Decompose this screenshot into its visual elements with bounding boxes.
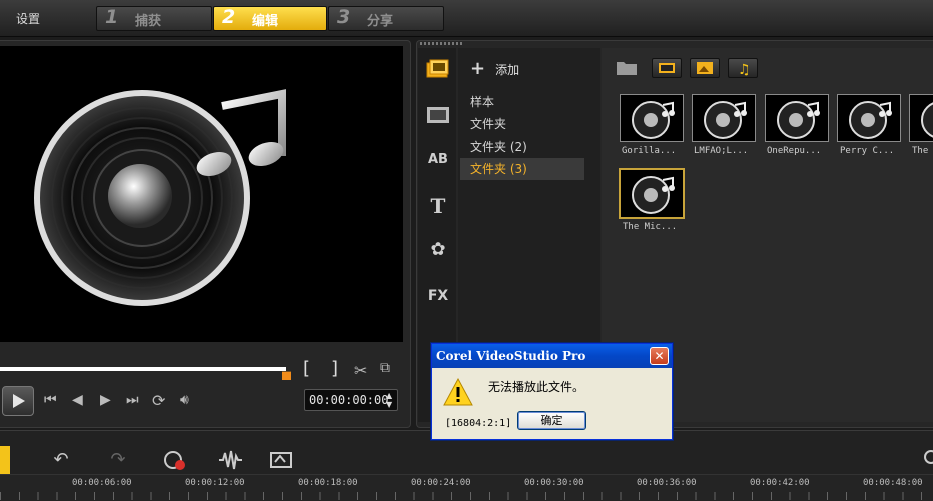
music-disc-icon [34,89,286,306]
panel-grip[interactable] [420,42,462,45]
step-number: 2 [222,6,236,28]
scissors-icon[interactable]: ✂ [354,361,367,380]
tab-capture[interactable]: 1 捕获 [96,6,212,31]
tab-share[interactable]: 3 分享 [328,6,444,31]
zoom-out-icon[interactable] [924,450,933,464]
dialog-title: Corel VideoStudio Pro [432,344,672,368]
dialog-error-code: [16804:2:1] [445,418,512,429]
settings-menu[interactable]: 设置 [0,8,95,30]
timecode-field[interactable]: 00:00:00:00 [304,389,398,411]
play-button[interactable] [2,386,34,416]
media-thumbnail[interactable] [692,94,756,142]
thumbnail-caption: The [912,146,929,156]
thumbnail-caption: LMFAO;L... [694,146,749,156]
music-disc-icon [632,101,675,139]
record-capture-icon[interactable] [162,448,188,472]
ruler-tick-label: 00:00:30:00 [524,478,584,488]
svg-text:♫: ♫ [738,62,751,77]
media-thumbnail[interactable] [909,94,933,142]
music-disc-icon [632,176,675,214]
step-label: 分享 [367,14,394,29]
music-disc-icon [849,101,892,139]
prev-frame-icon[interactable]: ◀ [72,392,83,408]
redo-icon[interactable]: ↷ [105,448,131,472]
step-label: 编辑 [252,14,279,29]
media-icon[interactable] [424,58,452,82]
thumbnail-caption: Gorilla... [622,146,677,156]
ruler-tick-label: 00:00:12:00 [185,478,245,488]
warning-icon [443,377,473,407]
filter-video-button[interactable] [652,58,682,78]
home-icon[interactable]: ⏮ [44,392,57,408]
add-folder-button[interactable]: + 添加 [470,58,519,79]
filter-audio-button[interactable]: ♫ [728,58,758,78]
audio-wave-icon[interactable] [217,448,243,472]
title-ab-icon[interactable]: AB [424,148,452,172]
next-frame-icon[interactable]: ▶ [100,392,111,408]
plus-icon: + [470,58,486,79]
ruler-tick-label: 00:00:24:00 [411,478,471,488]
timecode-stepper[interactable]: ▲ ▼ [386,391,392,409]
dialog-close-button[interactable]: ✕ [650,347,669,365]
music-disc-icon [921,102,933,138]
filter-photo-button[interactable] [690,58,720,78]
scrub-track[interactable] [0,367,286,371]
volume-icon[interactable]: 🔊︎ [180,392,189,408]
step-number: 3 [337,6,351,28]
step-label: 捕获 [135,14,162,29]
folder-item[interactable]: 文件夹 [460,113,584,135]
thumbnail-caption: Perry C... [840,146,895,156]
dialog-ok-button[interactable]: 确定 [517,411,586,430]
repeat-icon[interactable]: ⟳ [152,391,165,410]
folder-item[interactable]: 文件夹 (2) [460,136,584,158]
step-number: 1 [105,6,119,28]
ruler-tick-label: 00:00:06:00 [72,478,132,488]
media-thumbnail-selected[interactable] [619,168,685,219]
fx-icon[interactable]: FX [424,284,452,308]
timeline-view-toggle[interactable] [0,446,10,474]
folder-item-selected[interactable]: 文件夹 (3) [460,158,584,180]
text-icon[interactable]: T [424,194,452,218]
auto-music-icon[interactable] [268,448,294,472]
ruler-ticks [0,492,933,500]
thumbnail-caption: The Mic... [623,222,678,232]
thumbnail-caption: OneRepu... [767,146,822,156]
ruler-tick-label: 00:00:42:00 [750,478,810,488]
folder-item[interactable]: 样本 [460,91,584,113]
ruler-tick-label: 00:00:36:00 [637,478,697,488]
ruler-tick-label: 00:00:18:00 [298,478,358,488]
transition-icon[interactable] [424,103,452,127]
folder-icon[interactable] [616,58,638,76]
mark-out-button[interactable]: ] [331,358,338,379]
music-disc-icon [704,101,747,139]
add-label: 添加 [495,63,520,77]
tab-edit[interactable]: 2 编辑 [213,6,327,31]
undo-icon[interactable]: ↶ [48,448,74,472]
music-disc-icon [777,101,820,139]
graphic-icon[interactable]: ✿ [424,238,452,262]
ruler-tick-label: 00:00:48:00 [863,478,923,488]
dialog-message: 无法播放此文件。 [488,380,585,394]
end-icon[interactable]: ⏭ [126,392,139,408]
preview-screen [0,46,403,342]
media-thumbnail[interactable] [765,94,829,142]
media-thumbnail[interactable] [620,94,684,142]
media-thumbnail[interactable] [837,94,901,142]
play-icon [13,394,25,408]
mark-in-button[interactable]: [ [303,358,310,379]
enlarge-icon[interactable]: ⧉ [380,360,390,376]
